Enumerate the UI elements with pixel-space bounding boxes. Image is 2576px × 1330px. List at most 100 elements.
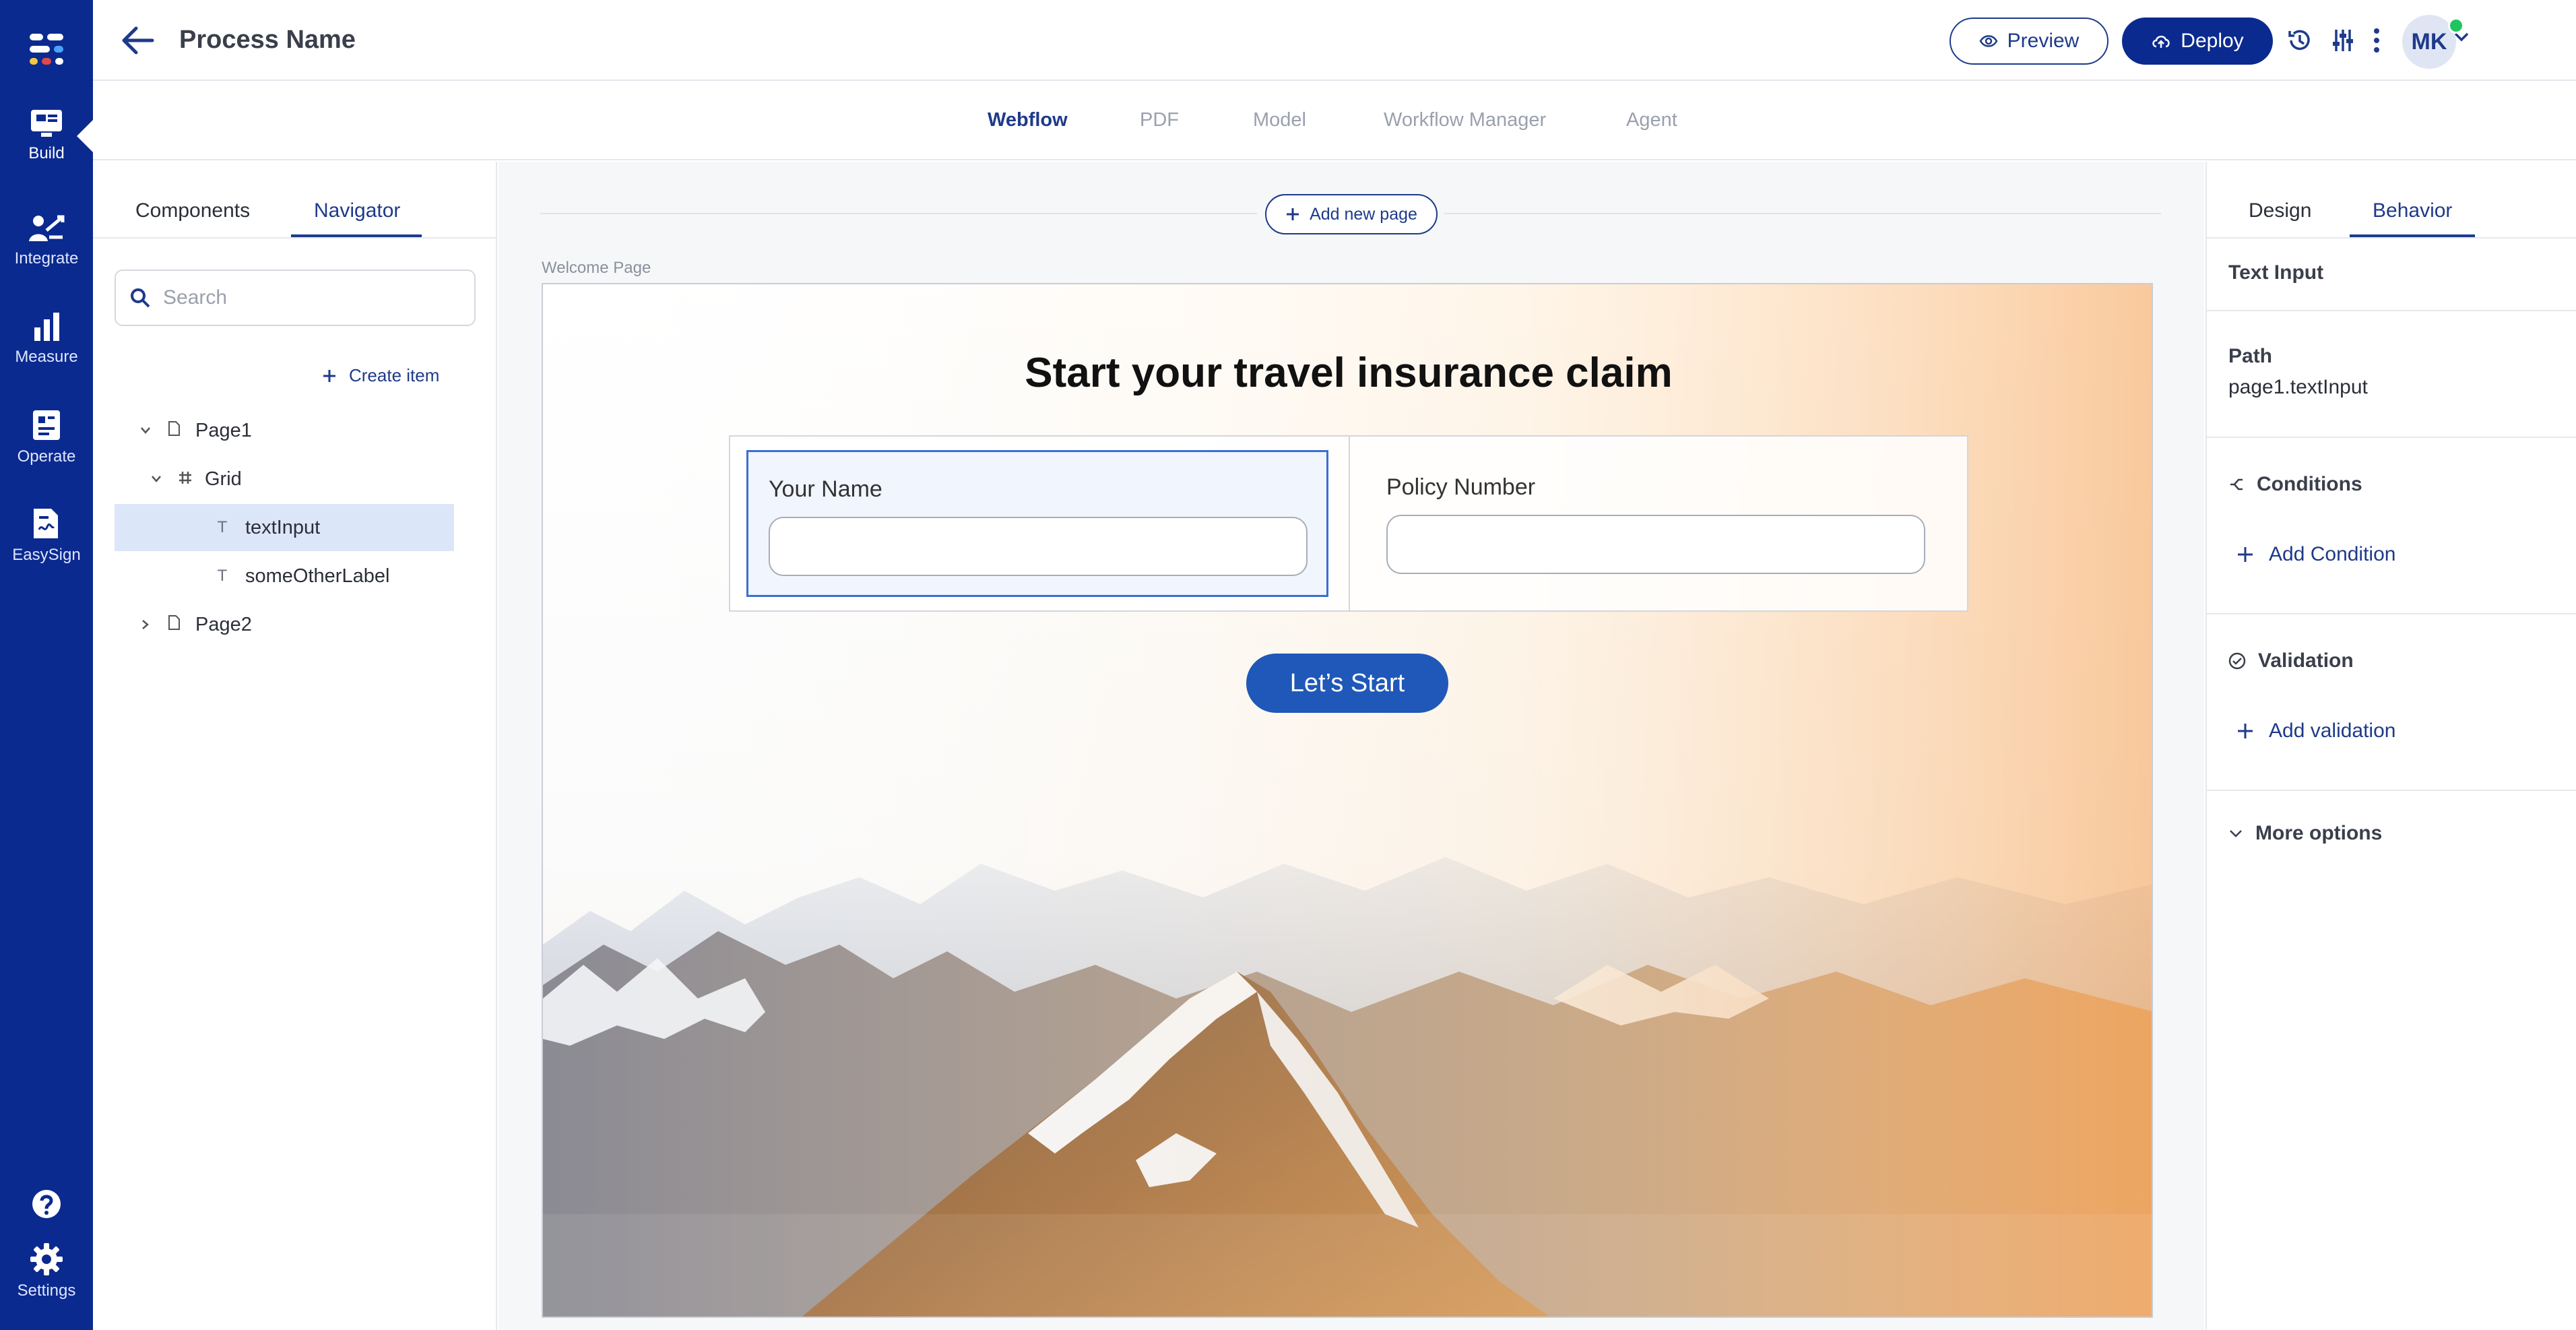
- tree-item-label: textInput: [245, 516, 321, 538]
- more-options-label: More options: [2255, 822, 2383, 844]
- process-name-title[interactable]: Process Name: [179, 26, 356, 55]
- chevron-down-icon[interactable]: [137, 426, 154, 435]
- tree-item-grid[interactable]: Grid: [115, 455, 454, 503]
- page-icon: [167, 614, 181, 636]
- page-preview[interactable]: Start your travel insurance claim Your N…: [542, 283, 2153, 1318]
- nav-item-operate[interactable]: Operate: [0, 408, 93, 489]
- nav-item-label: Measure: [15, 348, 78, 366]
- properties-panel: Design Behavior Text Input Path page1.te…: [2205, 162, 2576, 1330]
- tree-item-page1[interactable]: Page1: [115, 407, 454, 454]
- builder-canvas: Add new page Welcome Page Start your tra…: [498, 162, 2204, 1330]
- tab-agent[interactable]: Agent: [1626, 109, 1677, 131]
- nav-item-integrate[interactable]: Integrate: [0, 213, 93, 294]
- path-value: page1.textInput: [2228, 376, 2368, 398]
- nav-item-label: Integrate: [14, 249, 79, 267]
- search-field[interactable]: [115, 270, 476, 326]
- more-options-toggle[interactable]: More options: [2228, 822, 2382, 845]
- divider: [1349, 437, 1350, 610]
- tab-components[interactable]: Components: [135, 199, 250, 222]
- nav-item-measure[interactable]: Measure: [0, 310, 93, 391]
- bar-chart-icon: [34, 313, 59, 341]
- nav-item-settings[interactable]: Settings: [0, 1242, 93, 1323]
- preview-button[interactable]: Preview: [1950, 18, 2108, 65]
- branch-icon: [2230, 478, 2243, 490]
- tree-item-page2[interactable]: Page2: [115, 601, 454, 648]
- deploy-label: Deploy: [2181, 30, 2244, 52]
- create-item-button[interactable]: Create item: [322, 365, 439, 386]
- your-name-field-container[interactable]: Your Name: [746, 450, 1328, 597]
- search-icon: [131, 288, 150, 308]
- nav-item-label: EasySign: [12, 546, 81, 564]
- add-validation-button[interactable]: Add validation: [2236, 720, 2395, 742]
- add-condition-label: Add Condition: [2269, 543, 2396, 565]
- lets-start-button[interactable]: Let’s Start: [1246, 654, 1448, 713]
- text-icon: T: [217, 567, 228, 585]
- path-label: Path: [2228, 345, 2273, 367]
- add-new-page-label: Add new page: [1310, 204, 1417, 224]
- divider: [2207, 437, 2576, 438]
- grid-icon: [178, 468, 193, 490]
- tree-item-label: someOtherLabel: [245, 565, 390, 587]
- nav-rail: Build Integrate Measure Operate EasySign…: [0, 0, 93, 1330]
- operate-icon: [33, 410, 60, 440]
- tab-behavior[interactable]: Behavior: [2373, 199, 2452, 222]
- add-validation-label: Add validation: [2269, 720, 2396, 742]
- divider: [93, 237, 497, 239]
- add-new-page-button[interactable]: Add new page: [1265, 194, 1438, 234]
- chevron-down-icon: [2230, 830, 2242, 837]
- chevron-right-icon[interactable]: [137, 619, 154, 630]
- validation-heading: Validation: [2228, 650, 2354, 672]
- check-circle-icon: [2228, 652, 2246, 670]
- divider: [1444, 213, 2161, 214]
- nav-item-easysign[interactable]: EasySign: [0, 507, 93, 588]
- divider: [2207, 237, 2576, 239]
- policy-number-label: Policy Number: [1386, 474, 1536, 500]
- your-name-input[interactable]: [769, 517, 1308, 576]
- text-icon: T: [217, 518, 228, 536]
- tab-webflow[interactable]: Webflow: [988, 109, 1068, 131]
- more-menu-button[interactable]: [2360, 24, 2393, 57]
- chevron-down-icon[interactable]: [148, 475, 164, 483]
- policy-number-input[interactable]: [1386, 515, 1925, 574]
- back-arrow-icon[interactable]: [120, 24, 155, 57]
- app-logo-icon[interactable]: [27, 30, 66, 69]
- build-icon: [31, 110, 62, 137]
- tab-workflow-manager[interactable]: Workflow Manager: [1384, 109, 1546, 131]
- history-icon: [2288, 30, 2310, 51]
- online-status-dot: [2448, 18, 2464, 34]
- tab-navigator[interactable]: Navigator: [314, 199, 400, 222]
- tree-item-someotherlabel[interactable]: T someOtherLabel: [115, 552, 454, 600]
- search-input[interactable]: [163, 286, 459, 309]
- plus-icon: [2238, 724, 2253, 738]
- conditions-heading: Conditions: [2228, 473, 2362, 496]
- validation-heading-label: Validation: [2258, 650, 2354, 672]
- plus-icon: [2238, 547, 2253, 562]
- policy-number-field-container[interactable]: Policy Number: [1366, 450, 1948, 597]
- left-panel: Components Navigator Create item Page1: [93, 162, 497, 1330]
- add-condition-button[interactable]: Add Condition: [2236, 543, 2395, 566]
- page-icon: [167, 420, 181, 442]
- tab-design[interactable]: Design: [2249, 199, 2311, 222]
- tab-pdf[interactable]: PDF: [1140, 109, 1179, 131]
- integrate-icon: [29, 215, 65, 241]
- form-grid[interactable]: Your Name Policy Number: [729, 435, 1968, 612]
- divider: [2207, 310, 2576, 311]
- form-title[interactable]: Start your travel insurance claim: [543, 349, 2152, 397]
- plus-icon: [323, 369, 335, 382]
- history-button[interactable]: [2284, 24, 2316, 57]
- sliders-icon: [2333, 30, 2353, 51]
- top-header: Process Name Preview Deploy: [93, 0, 2576, 81]
- nav-item-label: Operate: [17, 447, 76, 466]
- deploy-button[interactable]: Deploy: [2122, 18, 2273, 65]
- tree-item-label: Page1: [195, 419, 252, 441]
- sign-document-icon: [34, 509, 58, 538]
- tree-item-textinput[interactable]: T textInput: [115, 504, 454, 551]
- page-label: Welcome Page: [542, 259, 651, 277]
- tree-item-label: Page2: [195, 613, 252, 635]
- nav-item-help[interactable]: [0, 1189, 93, 1229]
- tab-model[interactable]: Model: [1253, 109, 1306, 131]
- mode-tabs: Webflow PDF Model Workflow Manager Agent: [93, 82, 2576, 160]
- eye-icon: [1979, 35, 1998, 47]
- plus-icon: [1287, 208, 1299, 220]
- adjustments-button[interactable]: [2327, 24, 2359, 57]
